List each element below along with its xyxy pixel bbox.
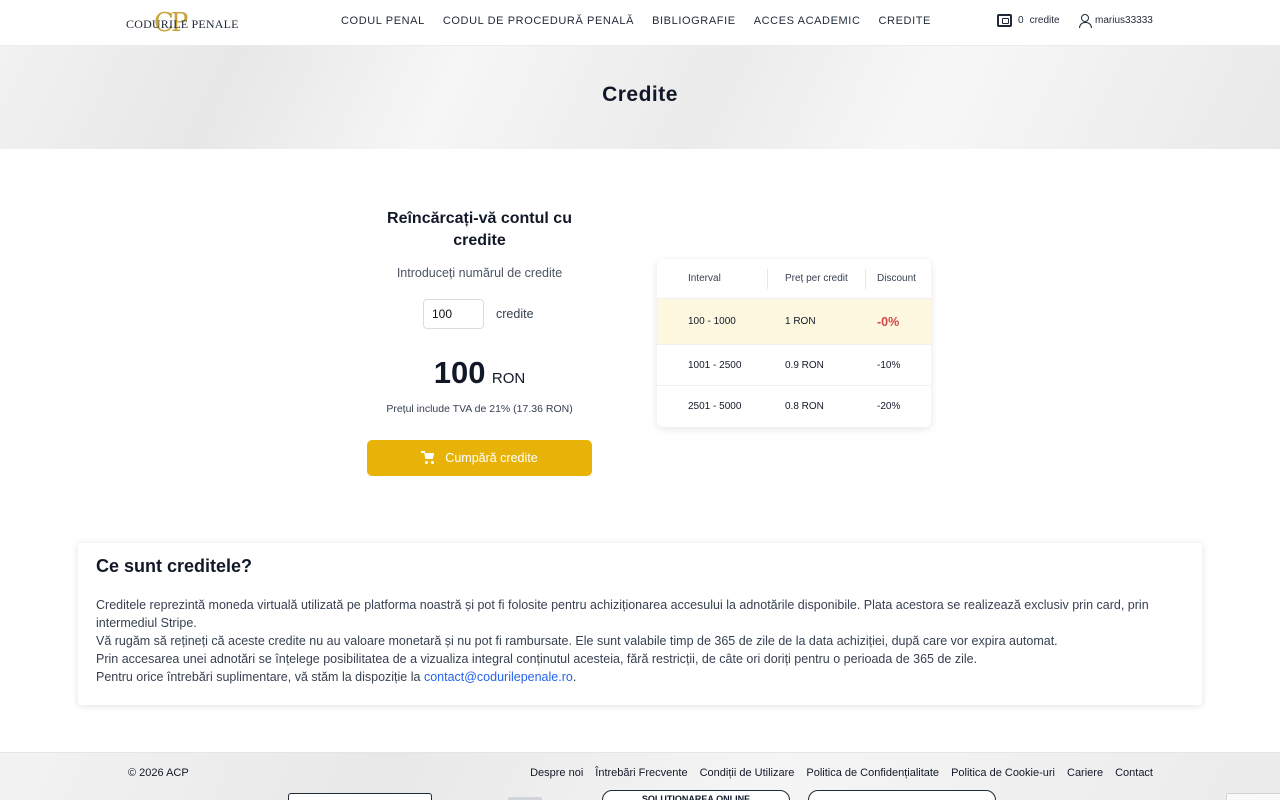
table-header-row: Interval Preț per credit Discount — [657, 259, 931, 299]
header-price: Preț per credit — [785, 273, 848, 284]
footer-link-cariere[interactable]: Cariere — [1067, 767, 1103, 779]
nav-bibliografie[interactable]: BIBLIOGRAFIE — [652, 15, 736, 27]
contact-prefix: Pentru orice întrebări suplimentare, vă … — [96, 670, 424, 684]
footer-link-despre-noi[interactable]: Despre noi — [530, 767, 583, 779]
anpc-badge[interactable] — [288, 793, 432, 800]
username: marius33333 — [1095, 15, 1153, 26]
footer-link-confidentialitate[interactable]: Politica de Confidențialitate — [806, 767, 939, 779]
info-paragraph: Vă rugăm să rețineți că aceste credite n… — [96, 634, 1058, 648]
price-amount: 100 — [433, 355, 486, 390]
nav-codul-procedura-penala[interactable]: CODUL DE PROCEDURĂ PENALĂ — [443, 15, 634, 27]
buy-credits-button[interactable]: Cumpără credite — [367, 440, 592, 476]
header-divider — [865, 269, 866, 289]
contact-email-link[interactable]: contact@codurilepenale.ro — [424, 670, 573, 684]
credits-count: 0 — [1018, 15, 1024, 26]
table-row: 1001 - 2500 0.9 RON -10% — [657, 345, 931, 386]
footer-link-contact[interactable]: Contact — [1115, 767, 1153, 779]
row-price: 1 RON — [785, 316, 816, 327]
shopping-cart-icon — [421, 451, 437, 465]
copyright: © 2026 ACP — [128, 767, 189, 779]
row-discount: -20% — [877, 401, 901, 412]
page-hero: Credite — [0, 46, 1280, 149]
table-row: 2501 - 5000 0.8 RON -20% — [657, 386, 931, 427]
site-logo[interactable]: CP CODURILE PENALE — [126, 9, 238, 37]
nav-acces-academic[interactable]: ACCES ACADEMIC — [754, 15, 861, 27]
row-discount: -0% — [877, 314, 900, 329]
contact-suffix: . — [572, 670, 577, 684]
info-body: Creditele reprezintă moneda virtuală uti… — [96, 596, 1184, 686]
quantity-unit: credite — [496, 307, 534, 321]
credits-info-card: Ce sunt creditele? Creditele reprezintă … — [78, 543, 1202, 705]
footer-link-faq[interactable]: Întrebări Frecvente — [595, 767, 687, 779]
footer: © 2026 ACP Despre noi Întrebări Frecvent… — [0, 752, 1280, 800]
info-paragraph: Pentru orice întrebări suplimentare, vă … — [96, 668, 1184, 686]
credits-label: credite — [1029, 15, 1060, 26]
header-interval: Interval — [688, 273, 721, 284]
table-row: 100 - 1000 1 RON -0% — [657, 299, 931, 345]
quantity-hint: Introduceți numărul de credite — [396, 266, 563, 280]
user-menu[interactable]: marius33333 — [1078, 14, 1153, 28]
pricing-table: Interval Preț per credit Discount 100 - … — [657, 259, 931, 427]
quantity-row: credite — [423, 299, 534, 329]
info-paragraph: Prin accesarea unei adnotări se înțelege… — [96, 652, 978, 666]
credits-indicator[interactable]: 0 credite — [997, 14, 1060, 27]
top-navbar: CP CODURILE PENALE CODUL PENAL CODUL DE … — [0, 0, 1280, 46]
row-interval: 1001 - 2500 — [688, 359, 742, 371]
logo-text: CODURILE PENALE — [126, 17, 239, 31]
sol-badge[interactable]: SOLUȚIONAREA ONLINE — [602, 790, 790, 800]
recaptcha-badge — [1226, 793, 1280, 800]
buy-credits-label: Cumpără credite — [445, 451, 538, 465]
user-icon — [1078, 14, 1092, 28]
nav-credite[interactable]: CREDITE — [879, 15, 931, 27]
row-price: 0.9 RON — [785, 359, 824, 371]
purchase-heading: Reîncărcați-vă contul cu credite — [387, 210, 572, 249]
sal-badge[interactable] — [808, 790, 996, 800]
row-price: 0.8 RON — [785, 401, 824, 412]
header-divider — [767, 269, 768, 289]
price-currency: RON — [491, 370, 526, 387]
main-nav: CODUL PENAL CODUL DE PROCEDURĂ PENALĂ BI… — [341, 15, 931, 27]
info-paragraph: Creditele reprezintă moneda virtuală uti… — [96, 598, 1149, 630]
credits-quantity-input[interactable] — [423, 299, 484, 329]
footer-link-conditii[interactable]: Condiții de Utilizare — [700, 767, 795, 779]
row-interval: 100 - 1000 — [688, 316, 736, 327]
row-interval: 2501 - 5000 — [688, 401, 742, 412]
header-discount: Discount — [877, 273, 916, 284]
wallet-icon — [997, 14, 1012, 27]
vat-note: Prețul include TVA de 21% (17.36 RON) — [386, 403, 573, 415]
total-price: 100 RON — [367, 355, 592, 391]
info-title: Ce sunt creditele? — [96, 556, 253, 576]
page-title: Credite — [602, 83, 678, 106]
row-discount: -10% — [877, 359, 901, 371]
purchase-panel: Reîncărcați-vă contul cu credite Introdu… — [367, 208, 592, 476]
nav-codul-penal[interactable]: CODUL PENAL — [341, 15, 425, 27]
footer-links: Despre noi Întrebări Frecvente Condiții … — [530, 767, 1153, 779]
footer-link-cookie[interactable]: Politica de Cookie-uri — [951, 767, 1055, 779]
